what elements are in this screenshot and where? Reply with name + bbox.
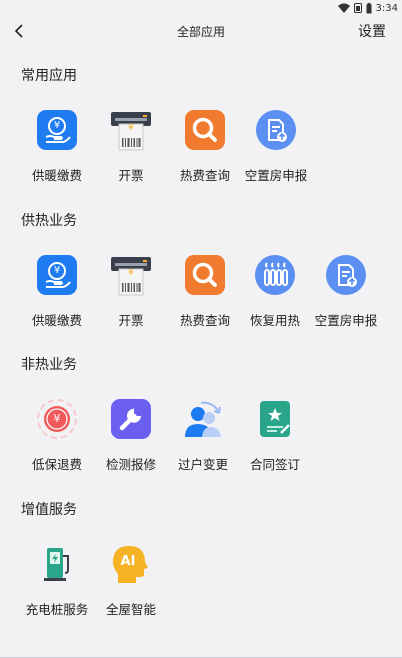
app-low-income-refund[interactable]: ¥ 低保退费: [17, 397, 97, 473]
app-heat-fee-query[interactable]: 热费查询: [165, 253, 245, 329]
radiator-icon: [253, 253, 297, 297]
header: 全部应用 设置: [0, 16, 402, 46]
transfer-user-icon: [181, 397, 225, 441]
section-title-common: 常用应用: [21, 68, 77, 84]
section-title-heating: 供热业务: [21, 213, 77, 229]
app-label: 过户变更: [177, 457, 228, 472]
app-label: 供暖缴费: [31, 168, 82, 183]
status-icons: 3:34: [337, 1, 398, 15]
app-invoice[interactable]: ¥ 开票: [91, 253, 171, 329]
battery-icon: [366, 2, 372, 13]
app-label: 全屋智能: [105, 602, 156, 617]
app-label: 充电桩服务: [25, 602, 89, 617]
app-vacant-report[interactable]: 空置房申报: [236, 108, 316, 184]
vacant-report-icon: [324, 253, 368, 297]
app-whole-house-smart[interactable]: AI 全屋智能: [91, 542, 171, 618]
status-time: 3:34: [375, 2, 398, 14]
app-label: 恢复用热: [249, 313, 300, 328]
settings-button[interactable]: 设置: [358, 21, 386, 41]
app-charging-pile[interactable]: 充电桩服务: [17, 542, 97, 618]
app-label: 空置房申报: [314, 313, 378, 328]
status-bar: 3:34: [0, 0, 402, 16]
wifi-icon: [337, 3, 350, 13]
heating-payment-icon: ¥: [35, 253, 79, 297]
app-heat-fee-query[interactable]: 热费查询: [165, 108, 245, 184]
wrench-icon: [109, 397, 153, 441]
app-label: 检测报修: [105, 457, 156, 472]
section-title-non-heating: 非热业务: [21, 357, 77, 373]
app-heating-payment[interactable]: ¥ 供暖缴费: [17, 253, 97, 329]
refund-icon: ¥: [35, 397, 79, 441]
section-title-value-added: 增值服务: [21, 502, 77, 518]
contract-icon: [253, 397, 297, 441]
search-icon: [183, 253, 227, 297]
invoice-printer-icon: ¥: [109, 253, 153, 297]
heating-payment-icon: ¥: [35, 108, 79, 152]
vacant-report-icon: [254, 108, 298, 152]
app-inspection-repair[interactable]: 检测报修: [91, 397, 171, 473]
app-label: 低保退费: [31, 457, 82, 472]
app-label: 合同签订: [249, 457, 300, 472]
app-label: 热费查询: [179, 313, 230, 328]
charging-pile-icon: [35, 542, 79, 586]
app-invoice[interactable]: ¥ 开票: [91, 108, 171, 184]
invoice-printer-icon: ¥: [109, 108, 153, 152]
app-label: 热费查询: [179, 168, 230, 183]
app-contract-signing[interactable]: 合同签订: [235, 397, 315, 473]
app-restore-heating[interactable]: 恢复用热: [235, 253, 315, 329]
app-vacant-report[interactable]: 空置房申报: [306, 253, 386, 329]
page-title: 全部应用: [176, 25, 225, 39]
app-label: 开票: [118, 313, 144, 328]
app-label: 供暖缴费: [31, 313, 82, 328]
app-ownership-transfer[interactable]: 过户变更: [163, 397, 243, 473]
app-label: 开票: [118, 168, 144, 183]
sim-icon: [353, 3, 362, 13]
search-icon: [183, 108, 227, 152]
app-heating-payment[interactable]: ¥ 供暖缴费: [17, 108, 97, 184]
app-label: 空置房申报: [244, 168, 308, 183]
ai-head-icon: AI: [109, 542, 153, 586]
